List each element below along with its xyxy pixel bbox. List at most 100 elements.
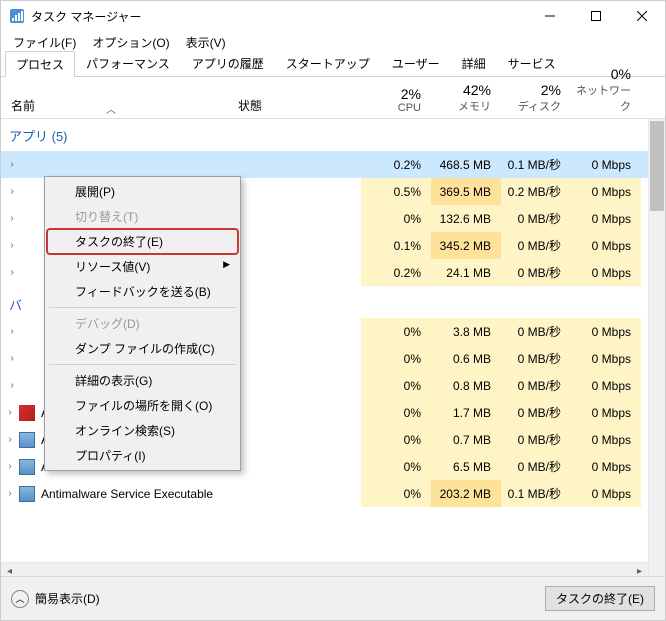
cell-mem: 1.7 MB bbox=[431, 399, 501, 426]
maximize-button[interactable] bbox=[573, 1, 619, 31]
cell-cpu: 0% bbox=[361, 205, 431, 232]
window-controls bbox=[527, 1, 665, 31]
context-menu-item[interactable]: プロパティ(I) bbox=[47, 443, 238, 468]
tab-startup[interactable]: スタートアップ bbox=[275, 50, 381, 76]
context-menu-item[interactable]: 詳細の表示(G) bbox=[47, 368, 238, 393]
cell-cpu: 0% bbox=[361, 318, 431, 345]
brief-view-button[interactable]: ︿ 簡易表示(D) bbox=[11, 590, 100, 608]
group-apps[interactable]: アプリ (5) bbox=[1, 119, 665, 151]
expand-icon[interactable]: › bbox=[1, 240, 23, 251]
context-menu-item: デバッグ(D) bbox=[47, 311, 238, 336]
cell-cpu: 0% bbox=[361, 372, 431, 399]
service-icon bbox=[19, 459, 35, 475]
context-menu-item[interactable]: リソース値(V)▶ bbox=[47, 254, 238, 279]
cell-cpu: 0% bbox=[361, 426, 431, 453]
expand-icon[interactable]: › bbox=[1, 461, 19, 472]
column-network[interactable]: 0%ネットワーク bbox=[571, 66, 641, 118]
context-menu-item[interactable]: フィードバックを送る(B) bbox=[47, 279, 238, 304]
cell-net: 0 Mbps bbox=[571, 453, 641, 480]
close-button[interactable] bbox=[619, 1, 665, 31]
context-menu-item[interactable]: オンライン検索(S) bbox=[47, 418, 238, 443]
amd-icon bbox=[19, 405, 35, 421]
sort-indicator-icon: ︿ bbox=[106, 101, 116, 116]
cell-disk: 0 MB/秒 bbox=[501, 318, 571, 345]
column-memory[interactable]: 42%メモリ bbox=[431, 82, 501, 118]
cell-cpu: 0.2% bbox=[361, 259, 431, 286]
cell-disk: 0 MB/秒 bbox=[501, 259, 571, 286]
expand-icon[interactable]: › bbox=[1, 380, 23, 391]
context-menu: 展開(P)切り替え(T)タスクの終了(E)リソース値(V)▶フィードバックを送る… bbox=[44, 176, 241, 471]
process-name: Antimalware Service Executable bbox=[41, 487, 361, 501]
tab-users[interactable]: ユーザー bbox=[381, 50, 451, 76]
cell-mem: 0.7 MB bbox=[431, 426, 501, 453]
context-menu-item[interactable]: タスクの終了(E) bbox=[47, 229, 238, 254]
expand-icon[interactable]: › bbox=[1, 407, 19, 418]
expand-icon[interactable]: › bbox=[1, 353, 23, 364]
vertical-scrollbar[interactable] bbox=[648, 119, 665, 579]
end-task-button[interactable]: タスクの終了(E) bbox=[545, 586, 655, 611]
service-icon bbox=[19, 486, 35, 502]
context-menu-item: 切り替え(T) bbox=[47, 204, 238, 229]
cell-mem: 369.5 MB bbox=[431, 178, 501, 205]
cell-mem: 203.2 MB bbox=[431, 480, 501, 507]
menu-file[interactable]: ファイル(F) bbox=[7, 32, 82, 53]
cell-mem: 6.5 MB bbox=[431, 453, 501, 480]
tab-services[interactable]: サービス bbox=[497, 50, 567, 76]
expand-icon[interactable]: › bbox=[1, 186, 23, 197]
cell-mem: 0.8 MB bbox=[431, 372, 501, 399]
cell-cpu: 0% bbox=[361, 345, 431, 372]
expand-icon[interactable]: › bbox=[1, 488, 19, 499]
column-status[interactable]: 状態 bbox=[238, 97, 361, 118]
expand-icon[interactable]: › bbox=[1, 213, 23, 224]
cell-cpu: 0.1% bbox=[361, 232, 431, 259]
tab-details[interactable]: 詳細 bbox=[451, 50, 497, 76]
column-name[interactable]: ︿ 名前 bbox=[1, 97, 238, 118]
cell-net: 0 Mbps bbox=[571, 345, 641, 372]
cell-mem: 3.8 MB bbox=[431, 318, 501, 345]
cell-disk: 0.2 MB/秒 bbox=[501, 178, 571, 205]
expand-icon[interactable]: › bbox=[1, 434, 19, 445]
cell-disk: 0 MB/秒 bbox=[501, 399, 571, 426]
cell-net: 0 Mbps bbox=[571, 399, 641, 426]
cell-disk: 0 MB/秒 bbox=[501, 372, 571, 399]
expand-icon[interactable]: › bbox=[1, 326, 23, 337]
cell-cpu: 0.5% bbox=[361, 178, 431, 205]
titlebar: タスク マネージャー bbox=[1, 1, 665, 31]
scroll-thumb[interactable] bbox=[650, 121, 664, 211]
brief-view-label: 簡易表示(D) bbox=[35, 590, 100, 607]
footer: ︿ 簡易表示(D) タスクの終了(E) bbox=[1, 576, 665, 620]
cell-net: 0 Mbps bbox=[571, 426, 641, 453]
cell-mem: 0.6 MB bbox=[431, 345, 501, 372]
cell-disk: 0.1 MB/秒 bbox=[501, 151, 571, 178]
tab-processes[interactable]: プロセス bbox=[5, 51, 75, 77]
cell-disk: 0 MB/秒 bbox=[501, 453, 571, 480]
column-cpu[interactable]: 2%CPU bbox=[361, 86, 431, 118]
expand-icon[interactable]: › bbox=[1, 159, 23, 170]
cell-mem: 132.6 MB bbox=[431, 205, 501, 232]
cell-mem: 345.2 MB bbox=[431, 232, 501, 259]
cell-disk: 0.1 MB/秒 bbox=[501, 480, 571, 507]
submenu-arrow-icon: ▶ bbox=[223, 259, 230, 270]
cell-cpu: 0% bbox=[361, 453, 431, 480]
context-menu-item[interactable]: ファイルの場所を開く(O) bbox=[47, 393, 238, 418]
column-disk[interactable]: 2%ディスク bbox=[501, 82, 571, 118]
cell-net: 0 Mbps bbox=[571, 178, 641, 205]
menu-separator bbox=[49, 364, 236, 365]
context-menu-item[interactable]: 展開(P) bbox=[47, 179, 238, 204]
cell-cpu: 0% bbox=[361, 399, 431, 426]
minimize-button[interactable] bbox=[527, 1, 573, 31]
tab-performance[interactable]: パフォーマンス bbox=[75, 50, 181, 76]
window-title: タスク マネージャー bbox=[31, 8, 527, 25]
context-menu-item[interactable]: ダンプ ファイルの作成(C) bbox=[47, 336, 238, 361]
column-name-label: 名前 bbox=[11, 99, 35, 113]
cell-net: 0 Mbps bbox=[571, 259, 641, 286]
chevron-up-icon: ︿ bbox=[11, 590, 29, 608]
cell-disk: 0 MB/秒 bbox=[501, 426, 571, 453]
cell-mem: 24.1 MB bbox=[431, 259, 501, 286]
tab-app-history[interactable]: アプリの履歴 bbox=[181, 50, 275, 76]
cell-cpu: 0.2% bbox=[361, 151, 431, 178]
cell-cpu: 0% bbox=[361, 480, 431, 507]
process-row[interactable]: › Antimalware Service Executable0%203.2 M… bbox=[1, 480, 665, 507]
process-row[interactable]: › 0.2% 468.5 MB 0.1 MB/秒 0 Mbps bbox=[1, 151, 665, 178]
expand-icon[interactable]: › bbox=[1, 267, 23, 278]
